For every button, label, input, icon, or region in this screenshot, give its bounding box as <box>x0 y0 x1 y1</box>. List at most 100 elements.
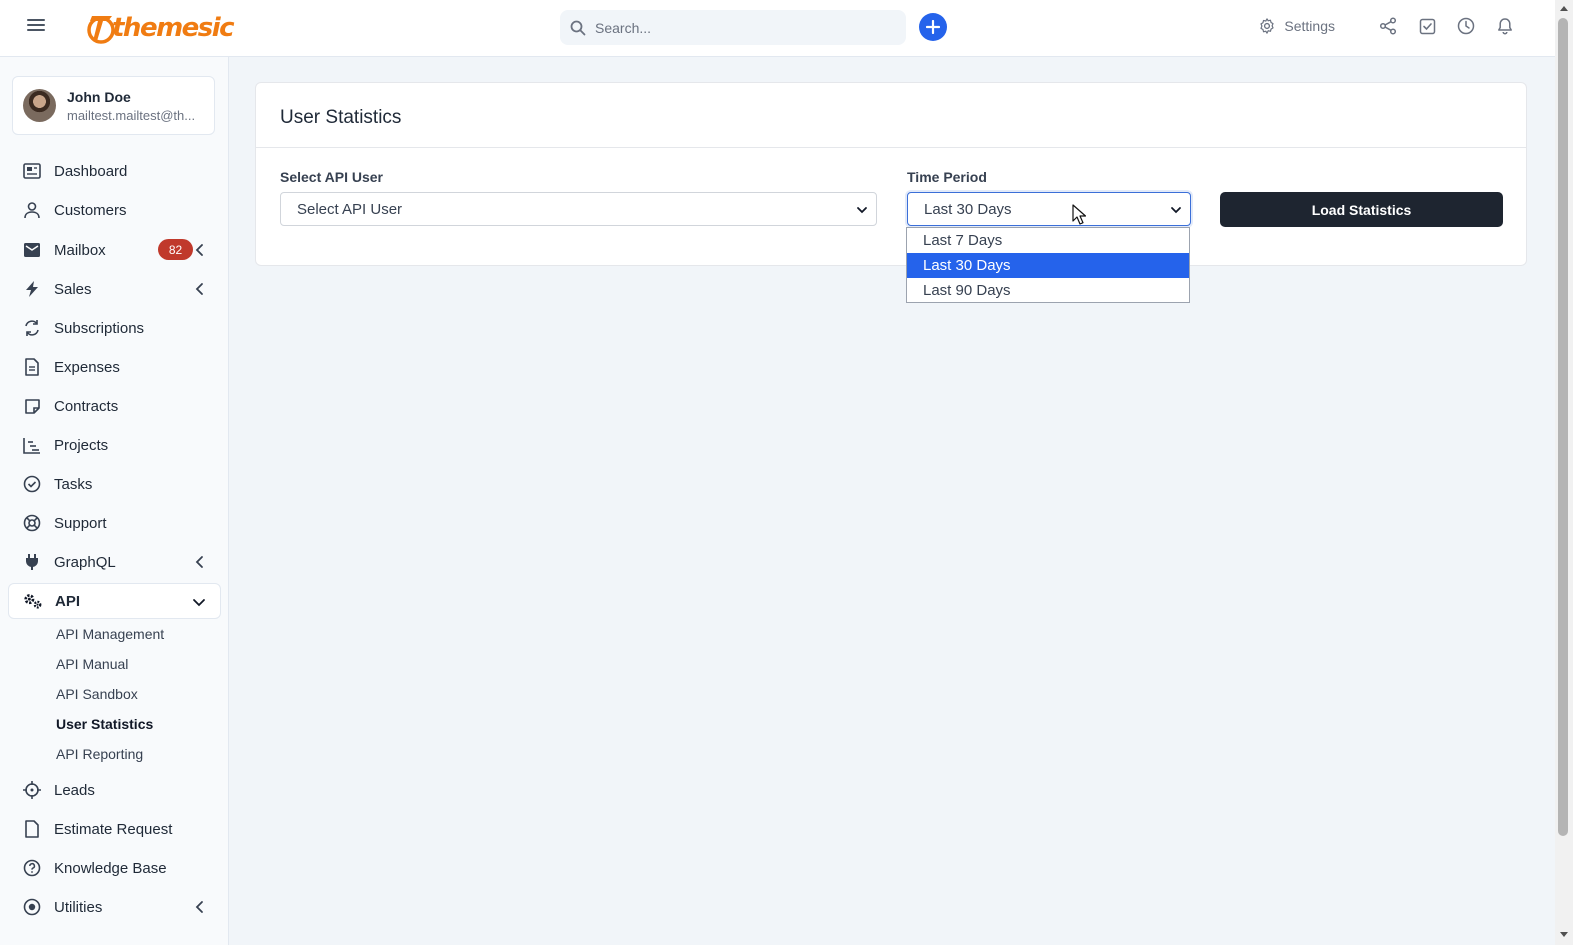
plug-icon <box>22 552 42 572</box>
gears-icon <box>23 591 43 611</box>
user-profile-card[interactable]: John Doe mailtest.mailtest@th... <box>12 76 215 135</box>
option-last-90-days[interactable]: Last 90 Days <box>907 278 1189 303</box>
chevron-left-icon <box>195 901 203 913</box>
scroll-down-arrow-icon[interactable] <box>1559 931 1569 939</box>
sidebar-item-leads[interactable]: Leads <box>8 772 221 808</box>
chart-icon <box>22 435 42 455</box>
mouse-cursor-icon <box>1072 204 1086 225</box>
sub-item-api-manual[interactable]: API Manual <box>56 656 128 672</box>
sidebar-item-label: Customers <box>54 201 127 219</box>
sidebar-item-subscriptions[interactable]: Subscriptions <box>8 310 221 346</box>
time-period-label: Time Period <box>907 169 987 185</box>
sidebar-item-label: Sales <box>54 280 92 298</box>
chevron-left-icon <box>195 283 203 295</box>
settings-label: Settings <box>1284 18 1335 34</box>
sidebar-item-graphql[interactable]: GraphQL <box>8 544 221 580</box>
page-title: User Statistics <box>280 107 402 128</box>
sub-item-api-reporting[interactable]: API Reporting <box>56 746 143 762</box>
divider <box>256 147 1526 148</box>
sidebar-item-label: GraphQL <box>54 553 116 571</box>
chevron-down-icon <box>1171 207 1181 214</box>
option-last-7-days[interactable]: Last 7 Days <box>907 228 1189 253</box>
clock-icon[interactable] <box>1456 16 1476 36</box>
bell-icon[interactable] <box>1495 16 1515 36</box>
search-input[interactable] <box>595 19 885 36</box>
sidebar-item-estimate-request[interactable]: Estimate Request <box>8 811 221 847</box>
logo[interactable]: themesic <box>84 8 235 48</box>
sidebar-item-label: API <box>55 592 81 610</box>
sidebar-item-dashboard[interactable]: Dashboard <box>8 153 221 189</box>
chevron-down-icon <box>193 599 205 607</box>
user-name: John Doe <box>67 88 131 105</box>
settings-link[interactable]: Settings <box>1258 17 1335 35</box>
document-icon <box>22 357 42 377</box>
plus-icon <box>926 20 940 34</box>
sidebar-item-label: Dashboard <box>54 162 128 180</box>
gear-icon <box>1260 18 1275 34</box>
api-user-select[interactable]: Select API User <box>280 192 877 226</box>
top-bar: themesic Settings <box>0 0 1555 57</box>
sidebar-item-api[interactable]: API <box>8 583 221 619</box>
sub-item-api-sandbox[interactable]: API Sandbox <box>56 686 138 702</box>
option-last-30-days[interactable]: Last 30 Days <box>907 253 1189 278</box>
sidebar-item-label: Knowledge Base <box>54 859 167 877</box>
lifebuoy-icon <box>22 513 42 533</box>
sidebar-item-label: Subscriptions <box>54 319 145 337</box>
user-email: mailtest.mailtest@th... <box>67 107 196 123</box>
brand-name: themesic <box>112 13 235 43</box>
sidebar-item-label: Tasks <box>54 475 93 493</box>
checkbox-icon[interactable] <box>1417 16 1437 36</box>
sidebar-item-tasks[interactable]: Tasks <box>8 466 221 502</box>
sidebar-item-label: Estimate Request <box>54 820 173 838</box>
note-icon <box>22 396 42 416</box>
scrollbar-thumb[interactable] <box>1558 18 1568 836</box>
sidebar-item-label: Leads <box>54 781 95 799</box>
sidebar-item-expenses[interactable]: Expenses <box>8 349 221 385</box>
file-icon <box>22 819 42 839</box>
scroll-up-arrow-icon[interactable] <box>1559 4 1569 12</box>
sidebar-item-utilities[interactable]: Utilities <box>8 889 221 925</box>
top-nav: Settings <box>1258 16 1515 36</box>
quick-add-button[interactable] <box>919 13 947 41</box>
sidebar-item-label: Support <box>54 514 107 532</box>
time-period-dropdown: Last 7 Days Last 30 Days Last 90 Days <box>906 227 1190 303</box>
load-statistics-button[interactable]: Load Statistics <box>1220 192 1503 227</box>
api-user-label: Select API User <box>280 169 383 185</box>
sidebar-item-knowledge-base[interactable]: Knowledge Base <box>8 850 221 886</box>
time-period-select-value: Last 30 Days <box>924 200 1012 218</box>
share-icon[interactable] <box>1378 16 1398 36</box>
chevron-left-icon <box>195 244 203 256</box>
dashboard-icon <box>22 161 42 181</box>
chevron-down-icon <box>857 207 867 214</box>
themesic-logo-mark <box>84 11 118 45</box>
check-circle-icon <box>22 474 42 494</box>
sidebar: John Doe mailtest.mailtest@th... Dashboa… <box>0 57 229 945</box>
sidebar-item-sales[interactable]: Sales <box>8 271 221 307</box>
menu-icon[interactable] <box>27 19 45 37</box>
dot-circle-icon <box>22 897 42 917</box>
refresh-icon <box>22 318 42 338</box>
sub-item-user-statistics[interactable]: User Statistics <box>56 716 153 732</box>
sidebar-item-label: Expenses <box>54 358 120 376</box>
search-icon <box>570 20 586 35</box>
search-box[interactable] <box>560 10 906 45</box>
sub-item-api-management[interactable]: API Management <box>56 626 164 642</box>
sidebar-item-projects[interactable]: Projects <box>8 427 221 463</box>
avatar <box>23 89 56 122</box>
sidebar-item-mailbox[interactable]: Mailbox 82 <box>8 232 221 268</box>
page-scrollbar[interactable] <box>1555 0 1573 945</box>
crosshair-icon <box>22 780 42 800</box>
sidebar-item-contracts[interactable]: Contracts <box>8 388 221 424</box>
user-statistics-card: User Statistics Select API User Select A… <box>255 82 1527 266</box>
time-period-select[interactable]: Last 30 Days <box>907 192 1191 226</box>
mailbox-count-badge: 82 <box>158 239 193 260</box>
sidebar-item-support[interactable]: Support <box>8 505 221 541</box>
sidebar-item-label: Mailbox <box>54 241 106 259</box>
api-user-select-value: Select API User <box>297 200 403 218</box>
question-circle-icon <box>22 858 42 878</box>
sidebar-item-label: Contracts <box>54 397 119 415</box>
sidebar-item-label: Utilities <box>54 898 103 916</box>
bolt-icon <box>22 279 42 299</box>
sidebar-item-label: Projects <box>54 436 109 454</box>
sidebar-item-customers[interactable]: Customers <box>8 192 221 228</box>
